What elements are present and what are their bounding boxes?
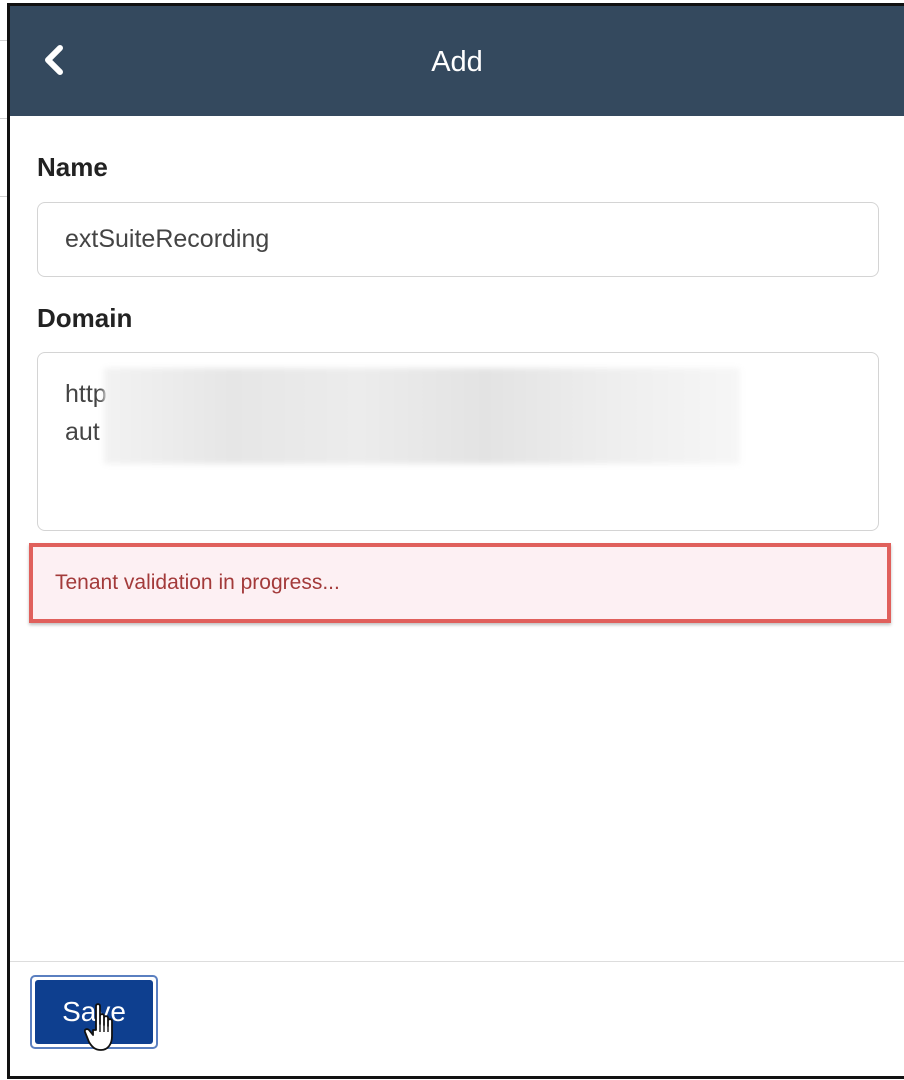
chevron-left-icon <box>45 45 63 75</box>
add-panel: Add Name extSuiteRecording Domain http a… <box>7 3 904 1079</box>
alert-message: Tenant validation in progress... <box>55 571 340 594</box>
panel-header: Add <box>10 6 904 116</box>
back-button[interactable] <box>34 40 74 80</box>
name-input[interactable]: extSuiteRecording <box>37 202 879 277</box>
name-label: Name <box>37 152 108 182</box>
domain-label: Domain <box>37 303 133 333</box>
redaction-blur <box>104 368 740 464</box>
name-input-value: extSuiteRecording <box>65 225 270 253</box>
validation-alert: Tenant validation in progress... <box>29 543 891 623</box>
page-title: Add <box>431 45 483 78</box>
footer-divider <box>10 961 904 962</box>
hand-pointer-cursor-icon <box>84 1003 113 1051</box>
